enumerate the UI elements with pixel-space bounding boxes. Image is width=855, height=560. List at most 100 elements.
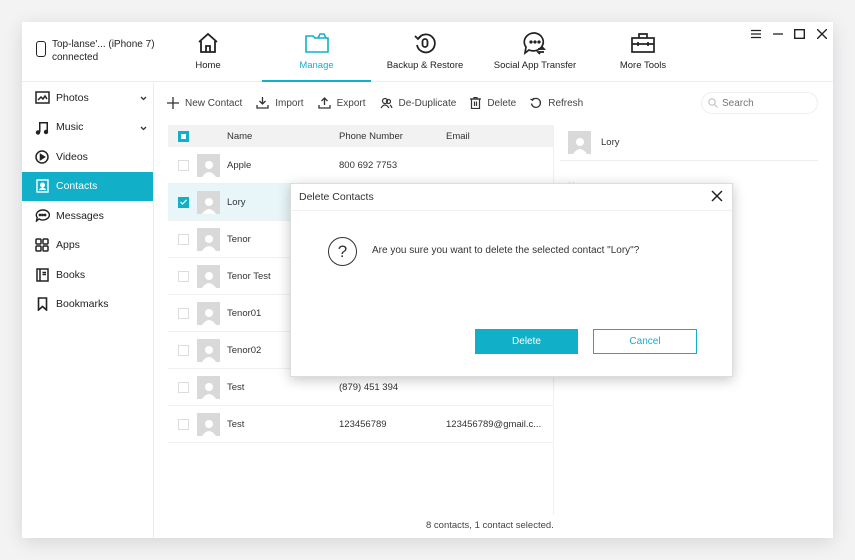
header-phone[interactable]: Phone Number [339,131,403,142]
sidebar-item-messages[interactable]: Messages [22,201,153,231]
contact-phone: 123456789 [339,418,387,430]
cancel-button[interactable]: Cancel [593,329,697,354]
sidebar-item-music[interactable]: Music [22,113,153,143]
row-checkbox[interactable] [178,307,189,319]
refresh-button[interactable]: Refresh [530,97,583,109]
contact-name: Tenor [227,233,251,245]
dialog-close-icon[interactable] [711,189,725,203]
nav-manage[interactable]: Manage [262,22,371,82]
avatar [197,190,220,214]
nav-home[interactable]: Home [179,22,237,82]
chevron-down-icon[interactable] [140,92,147,104]
music-icon [34,119,50,135]
sidebar-item-label: Videos [56,150,88,163]
delete-contacts-dialog: Delete Contacts ? Are you sure you want … [290,183,733,377]
avatar [197,412,220,436]
select-all-checkbox[interactable] [178,130,189,142]
sidebar-item-label: Contacts [56,180,98,193]
new-contact-label: New Contact [185,97,243,109]
chevron-down-icon[interactable] [140,122,147,134]
detail-header: Lory [560,125,818,161]
sidebar-item-contacts[interactable]: Contacts [22,171,153,201]
nav-more-tools-label: More Tools [619,60,667,71]
sidebar-item-books[interactable]: Books [22,260,153,290]
device-name: Top-lanse'... (iPhone 7) [52,39,155,50]
device-status: connected [52,52,99,63]
sidebar-item-bookmarks[interactable]: Bookmarks [22,290,153,320]
nav-backup-restore[interactable]: Backup & Restore [380,22,470,82]
contact-email: 123456789@gmail.c... [446,418,542,430]
sidebar-item-label: Apps [56,239,80,252]
book-icon [34,267,50,283]
nav-social-app-transfer-label: Social App Transfer [493,60,577,71]
table-header: Name Phone Number Email [168,125,553,147]
contacts-toolbar: New Contact Import Export De-Duplicate D… [167,90,597,116]
sidebar-item-label: Music [56,121,84,134]
top-bar: Top-lanse'... (iPhone 7) connected Home … [22,22,833,82]
table-row[interactable]: Test 123456789 123456789@gmail.c... [168,406,553,443]
deduplicate-button[interactable]: De-Duplicate [380,97,457,109]
import-label: Import [275,97,304,109]
contact-name: Tenor01 [227,307,262,319]
row-checkbox[interactable] [178,159,189,171]
contact-name: Test [227,381,245,393]
contact-phone: (879) 451 394 [339,381,399,393]
nav-backup-restore-label: Backup & Restore [386,60,464,71]
device-info[interactable]: Top-lanse'... (iPhone 7) connected [36,38,155,64]
dialog-title: Delete Contacts [299,191,374,203]
delete-label: Delete [487,97,517,109]
avatar [197,264,220,288]
delete-button[interactable]: Delete [470,97,516,109]
nav-social-app-transfer[interactable]: Social App Transfer [490,22,580,82]
avatar [197,338,220,362]
trash-icon [470,97,482,109]
apps-icon [34,237,50,253]
search-box[interactable] [701,92,818,114]
import-button[interactable]: Import [256,97,304,109]
avatar [197,375,220,399]
row-checkbox[interactable] [178,196,189,208]
row-checkbox[interactable] [178,344,189,356]
maximize-icon[interactable] [791,27,807,41]
minimize-icon[interactable] [770,27,786,41]
deduplicate-icon [380,97,393,109]
table-row[interactable]: Apple 800 692 7753 [168,147,553,184]
video-icon [34,149,50,165]
contact-icon [34,178,50,194]
close-icon[interactable] [814,27,830,41]
dialog-message: Are you sure you want to delete the sele… [372,245,640,256]
sidebar-item-label: Books [56,268,86,281]
dialog-separator [291,210,732,211]
contact-name: Test [227,418,245,430]
row-checkbox[interactable] [178,270,189,282]
header-name[interactable]: Name [227,131,252,142]
photo-icon [34,90,50,106]
row-checkbox[interactable] [178,418,189,430]
question-icon: ? [328,237,357,266]
avatar [197,153,220,177]
nav-more-tools[interactable]: More Tools [610,22,676,82]
search-icon [708,98,718,108]
row-checkbox[interactable] [178,233,189,245]
sidebar-item-photos[interactable]: Photos [22,83,153,113]
contact-name: Tenor Test [227,270,271,282]
new-contact-button[interactable]: New Contact [167,97,242,109]
status-text: 8 contacts, 1 contact selected. [426,520,554,531]
check-icon [180,199,187,205]
sidebar-item-apps[interactable]: Apps [22,231,153,261]
sidebar-item-label: Messages [56,209,104,222]
sidebar-item-videos[interactable]: Videos [22,142,153,172]
contact-name: Apple [227,159,252,171]
menu-icon[interactable] [748,27,764,41]
header-email[interactable]: Email [446,131,470,142]
row-checkbox[interactable] [178,381,189,393]
folder-icon [304,30,330,56]
deduplicate-label: De-Duplicate [398,97,457,109]
nav-manage-label: Manage [299,60,334,71]
export-button[interactable]: Export [317,97,366,109]
search-input[interactable] [722,97,807,109]
toolbox-icon [630,30,656,56]
nav-home-label: Home [195,60,221,71]
contact-name: Lory [227,196,246,208]
confirm-delete-button[interactable]: Delete [475,329,578,354]
